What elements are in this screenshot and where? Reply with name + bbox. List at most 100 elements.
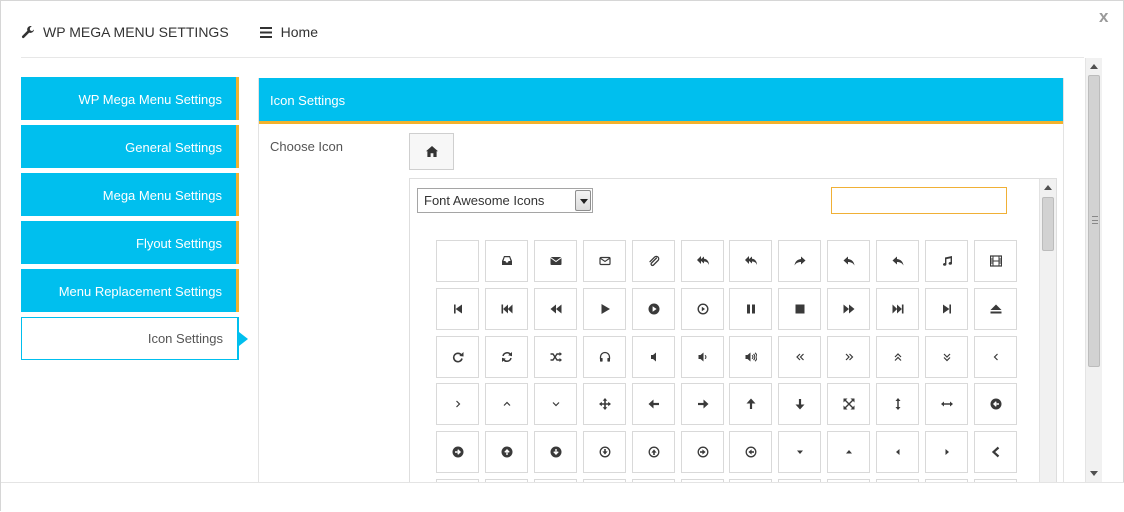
- angle-double-left-icon: [795, 353, 804, 361]
- sidebar-item-icon-settings[interactable]: Icon Settings: [21, 317, 248, 360]
- icon-option-share[interactable]: [778, 240, 821, 282]
- chevron-down-icon[interactable]: [575, 190, 591, 211]
- icon-option-arrow-down[interactable]: [778, 383, 821, 425]
- icon-option-reply-all[interactable]: [681, 240, 724, 282]
- icon-option-music[interactable]: [925, 240, 968, 282]
- close-button[interactable]: x: [1099, 7, 1108, 27]
- scroll-up-arrow-icon[interactable]: [1090, 64, 1098, 69]
- selected-icon-button[interactable]: [409, 133, 454, 170]
- icon-option-angle-left[interactable]: [974, 336, 1017, 378]
- icon-option-arrow-circle-o-left[interactable]: [729, 431, 772, 473]
- bars-icon: [259, 26, 272, 38]
- angle-left-icon: [993, 353, 998, 361]
- scroll-thumb[interactable]: [1042, 197, 1054, 251]
- icon-option-arrows-v[interactable]: [876, 383, 919, 425]
- icon-option-play-circle-o[interactable]: [681, 288, 724, 330]
- home-link-label: Home: [280, 24, 319, 40]
- scroll-up-arrow-icon[interactable]: [1044, 185, 1052, 190]
- icon-option-eject[interactable]: [974, 288, 1017, 330]
- icon-option-arrow-right[interactable]: [681, 383, 724, 425]
- icon-option-play[interactable]: [583, 288, 626, 330]
- icon-option-angle-double-down[interactable]: [925, 336, 968, 378]
- icon-option-fast-backward[interactable]: [485, 288, 528, 330]
- fast-forward-icon: [892, 304, 903, 314]
- icon-option-arrow-circle-up[interactable]: [485, 431, 528, 473]
- icon-option-volume-down[interactable]: [681, 336, 724, 378]
- sidebar-item-menu-replacement-settings[interactable]: Menu Replacement Settings: [21, 269, 239, 312]
- sidebar-item-mega-menu-settings[interactable]: Mega Menu Settings: [21, 173, 239, 216]
- music-icon: [942, 256, 952, 266]
- icon-option-caret-right[interactable]: [925, 431, 968, 473]
- scroll-thumb[interactable]: [1088, 75, 1100, 367]
- icon-option-envelope[interactable]: [534, 240, 577, 282]
- icon-option-angle-double-left[interactable]: [778, 336, 821, 378]
- icon-grid-scrollbar[interactable]: [1039, 179, 1056, 511]
- icon-option-arrow-circle-o-up[interactable]: [632, 431, 675, 473]
- icon-option-angle-double-right[interactable]: [827, 336, 870, 378]
- angle-double-right-icon: [845, 353, 853, 361]
- icon-option-chevron-left[interactable]: [974, 431, 1017, 473]
- icon-option-backward[interactable]: [534, 288, 577, 330]
- icon-option-refresh[interactable]: [485, 336, 528, 378]
- icon-option-expand[interactable]: [827, 383, 870, 425]
- icon-option-envelope-o[interactable]: [583, 240, 626, 282]
- icon-option-step-forward[interactable]: [925, 288, 968, 330]
- arrow-right-icon: [697, 399, 708, 409]
- sidebar-item-general-settings[interactable]: General Settings: [21, 125, 239, 168]
- icon-option-caret-down[interactable]: [778, 431, 821, 473]
- page-scrollbar[interactable]: [1085, 58, 1102, 482]
- icon-option-angle-double-up[interactable]: [876, 336, 919, 378]
- icon-option-arrows[interactable]: [583, 383, 626, 425]
- sidebar-item-label: WP Mega Menu Settings: [78, 92, 222, 107]
- icon-option-angle-up[interactable]: [485, 383, 528, 425]
- arrow-circle-left-icon: [990, 398, 1001, 410]
- reply-icon: [843, 256, 854, 266]
- icon-option-mail-reply[interactable]: [876, 240, 919, 282]
- reply-all-icon: [696, 256, 709, 265]
- icon-option-arrow-up[interactable]: [729, 383, 772, 425]
- sidebar-item-wp-mega-menu-settings[interactable]: WP Mega Menu Settings: [21, 77, 239, 120]
- repeat-icon: [452, 352, 463, 363]
- icon-option-inbox[interactable]: [485, 240, 528, 282]
- icon-option-pause[interactable]: [729, 288, 772, 330]
- icon-option-volume-off[interactable]: [632, 336, 675, 378]
- icon-option-random[interactable]: [534, 336, 577, 378]
- icon-option-caret-left[interactable]: [876, 431, 919, 473]
- arrows-h-icon: [940, 401, 953, 407]
- icon-option-film[interactable]: [974, 240, 1017, 282]
- top-bar: WP MEGA MENU SETTINGS Home: [21, 17, 318, 47]
- caret-up-icon: [845, 450, 852, 454]
- icon-option-blank[interactable]: [436, 240, 479, 282]
- icon-option-arrow-left[interactable]: [632, 383, 675, 425]
- scroll-down-arrow-icon[interactable]: [1090, 471, 1098, 476]
- icon-option-angle-down[interactable]: [534, 383, 577, 425]
- volume-up-icon: [745, 352, 757, 362]
- icon-library-select[interactable]: Font Awesome Icons: [417, 188, 593, 213]
- eject-icon: [990, 304, 1001, 314]
- icon-option-arrows-h[interactable]: [925, 383, 968, 425]
- icon-search-input[interactable]: [831, 187, 1007, 214]
- icon-option-arrow-circle-o-right[interactable]: [681, 431, 724, 473]
- icon-option-caret-up[interactable]: [827, 431, 870, 473]
- icon-option-play-circle[interactable]: [632, 288, 675, 330]
- icon-option-angle-right[interactable]: [436, 383, 479, 425]
- grip-icon: [1092, 216, 1098, 224]
- icon-option-arrow-circle-down[interactable]: [534, 431, 577, 473]
- sidebar-item-flyout-settings[interactable]: Flyout Settings: [21, 221, 239, 264]
- icon-option-repeat[interactable]: [436, 336, 479, 378]
- icon-option-reply[interactable]: [827, 240, 870, 282]
- icon-option-paperclip[interactable]: [632, 240, 675, 282]
- icon-option-headphones[interactable]: [583, 336, 626, 378]
- home-link[interactable]: Home: [259, 24, 319, 40]
- icon-option-arrow-circle-o-down[interactable]: [583, 431, 626, 473]
- icon-option-volume-up[interactable]: [729, 336, 772, 378]
- icon-option-fast-forward[interactable]: [876, 288, 919, 330]
- icon-option-arrow-circle-right[interactable]: [436, 431, 479, 473]
- icon-option-mail-reply-all[interactable]: [729, 240, 772, 282]
- icon-option-forward[interactable]: [827, 288, 870, 330]
- icon-option-arrow-circle-left[interactable]: [974, 383, 1017, 425]
- arrow-circle-o-left-icon: [745, 446, 756, 458]
- settings-dialog: x WP MEGA MENU SETTINGS Home WP Mega Men…: [0, 0, 1124, 512]
- icon-option-step-backward[interactable]: [436, 288, 479, 330]
- icon-option-stop[interactable]: [778, 288, 821, 330]
